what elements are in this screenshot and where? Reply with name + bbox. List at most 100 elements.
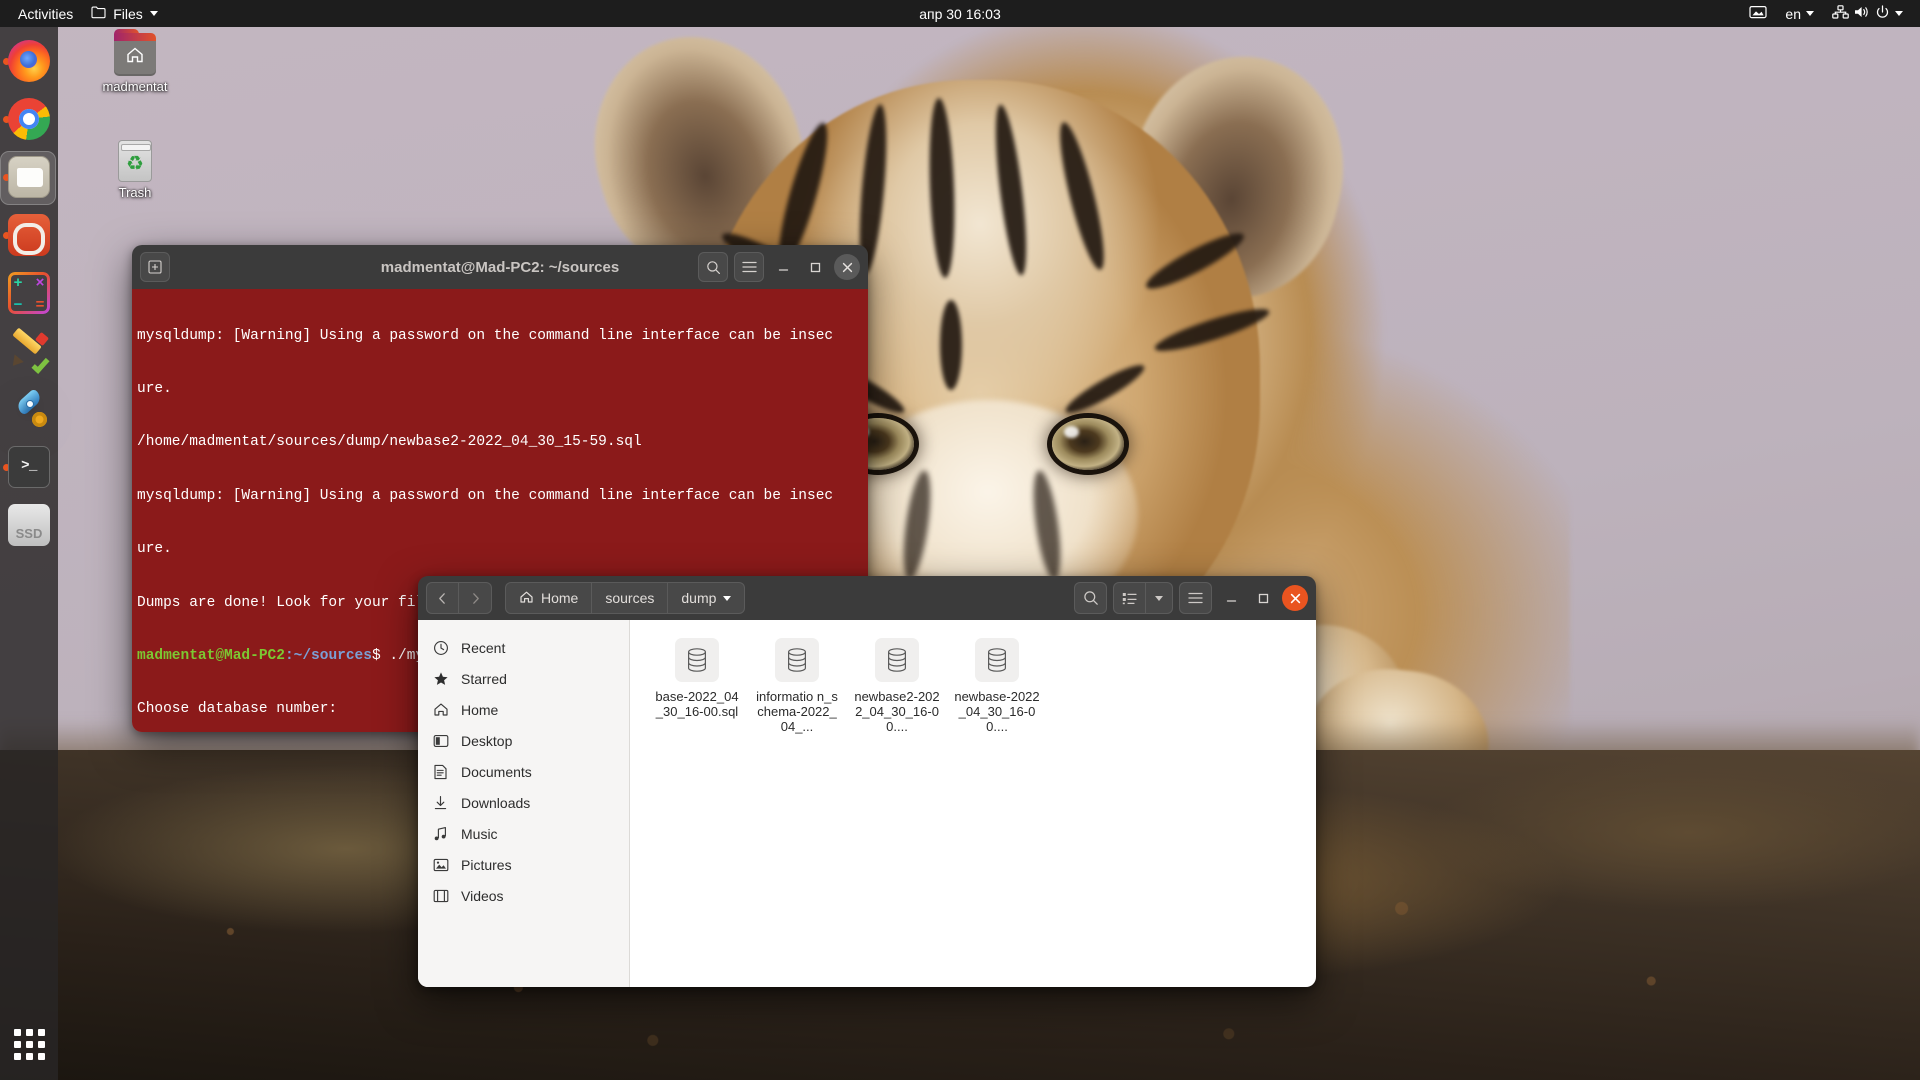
download-icon (432, 794, 449, 811)
dock-item-terminal[interactable]: >_ (2, 439, 56, 495)
desktop-icon-label: madmentat (102, 79, 168, 94)
search-icon[interactable] (1074, 582, 1107, 614)
prompt-user: madmentat@Mad-PC2 (137, 647, 285, 664)
document-icon (432, 763, 449, 780)
desktop-icon-trash[interactable]: ♻ Trash (92, 140, 178, 200)
breadcrumb-label: Home (541, 590, 579, 606)
desktop-icon-label: Trash (118, 185, 152, 200)
terminal-line: ure. (137, 380, 172, 397)
gnome-top-bar: Activities Files апр 30 16:03 en (0, 0, 1920, 27)
close-icon[interactable] (1282, 585, 1308, 611)
files-content-area[interactable]: base-2022_04_30_16-00.sql informatio n_s… (630, 620, 1316, 987)
sidebar-item-label: Starred (461, 670, 507, 687)
video-icon (432, 887, 449, 904)
dock-item-chrome[interactable] (2, 91, 56, 147)
chevron-down-icon (1895, 11, 1903, 16)
sidebar-item-label: Music (461, 825, 498, 842)
breadcrumb-dump[interactable]: dump (668, 582, 746, 614)
maximize-icon[interactable] (1250, 585, 1276, 611)
language-indicator[interactable]: en (1778, 3, 1821, 25)
file-name-label: newbase-2022_04_30_16-00.... (954, 689, 1040, 734)
breadcrumb: Home sources dump (505, 582, 746, 614)
ssd-drive-icon: SSD (8, 504, 50, 546)
sidebar-item-videos[interactable]: Videos (418, 880, 629, 911)
calculator-icon: + × − = (8, 272, 50, 314)
sidebar-item-music[interactable]: Music (418, 818, 629, 849)
terminal-titlebar[interactable]: madmentat@Mad-PC2: ~/sources (132, 245, 868, 289)
firefox-icon (8, 40, 50, 82)
file-name-label: base-2022_04_30_16-00.sql (655, 689, 739, 719)
clock-button[interactable]: апр 30 16:03 (840, 6, 1080, 22)
apps-grid-icon (13, 1028, 45, 1060)
dock-item-calculator[interactable]: + × − = (2, 265, 56, 321)
new-tab-icon[interactable] (140, 252, 170, 282)
activities-button[interactable]: Activities (9, 3, 82, 25)
hamburger-menu-icon[interactable] (734, 252, 764, 282)
system-menu-button[interactable] (1825, 2, 1910, 26)
tiger-eye-right (1052, 418, 1124, 470)
file-name-label: newbase2-2022_04_30_16-00.... (854, 689, 940, 734)
files-titlebar[interactable]: Home sources dump (418, 576, 1316, 620)
activities-label: Activities (18, 5, 74, 22)
chevron-down-icon[interactable] (1146, 582, 1173, 614)
files-header-buttons (1074, 582, 1308, 614)
file-item[interactable]: newbase2-2022_04_30_16-00.... (854, 638, 940, 734)
sidebar-item-recent[interactable]: Recent (418, 632, 629, 663)
navigation-buttons (426, 582, 492, 614)
breadcrumb-home[interactable]: Home (505, 582, 593, 614)
sidebar-item-home[interactable]: Home (418, 694, 629, 725)
file-name-label: informatio n_schema-2022_04_... (756, 689, 838, 734)
dock-item-firefox[interactable] (2, 33, 56, 89)
file-item[interactable]: informatio n_schema-2022_04_... (754, 638, 840, 734)
forward-icon[interactable] (459, 582, 492, 614)
files-sidebar: Recent Starred Home Desktop Documents Do… (418, 620, 630, 987)
file-item[interactable]: newbase-2022_04_30_16-00.... (954, 638, 1040, 734)
dock-item-files[interactable] (0, 149, 56, 205)
sidebar-item-starred[interactable]: Starred (418, 663, 629, 694)
hamburger-menu-icon[interactable] (1179, 582, 1212, 614)
status-area: en (1742, 2, 1910, 26)
app-menu-button[interactable]: Files (82, 3, 167, 25)
database-icon (675, 638, 719, 682)
network-icon (1832, 5, 1849, 22)
dock-item-doublecmd[interactable] (2, 207, 56, 263)
breadcrumb-label: sources (605, 590, 655, 606)
minimize-icon[interactable] (770, 254, 796, 280)
file-item[interactable]: base-2022_04_30_16-00.sql (654, 638, 740, 734)
database-icon (975, 638, 1019, 682)
prompt-path: :~/sources (284, 647, 372, 664)
search-icon[interactable] (698, 252, 728, 282)
sidebar-item-label: Pictures (461, 856, 512, 873)
list-view-icon[interactable] (1113, 582, 1146, 614)
sidebar-item-label: Recent (461, 639, 506, 656)
sidebar-item-pictures[interactable]: Pictures (418, 849, 629, 880)
software-rocket-icon (8, 388, 50, 430)
back-icon[interactable] (426, 582, 459, 614)
chevron-down-icon (149, 11, 158, 16)
chevron-down-icon (1806, 11, 1814, 16)
maximize-icon[interactable] (802, 254, 828, 280)
chevron-down-icon (723, 595, 732, 601)
show-applications-button[interactable] (0, 1016, 58, 1072)
dock-item-ssd[interactable]: SSD (2, 497, 56, 553)
prompt-symbol: $ (371, 647, 381, 664)
minimize-icon[interactable] (1218, 585, 1244, 611)
double-commander-icon (8, 214, 50, 256)
dock-item-software[interactable] (2, 381, 56, 437)
trash-icon: ♻ (118, 140, 152, 182)
sidebar-item-documents[interactable]: Documents (418, 756, 629, 787)
close-icon[interactable] (834, 254, 860, 280)
terminal-line: mysqldump: [Warning] Using a password on… (137, 487, 834, 504)
app-menu-label: Files (113, 5, 143, 22)
sidebar-item-desktop[interactable]: Desktop (418, 725, 629, 756)
database-icon (775, 638, 819, 682)
dock-item-texteditor[interactable] (2, 323, 56, 379)
image-icon (432, 856, 449, 873)
display-icon (1749, 5, 1768, 22)
desktop-icon-home[interactable]: madmentat (92, 29, 178, 94)
breadcrumb-sources[interactable]: sources (592, 582, 669, 614)
volume-icon (1854, 5, 1870, 22)
sidebar-item-downloads[interactable]: Downloads (418, 787, 629, 818)
language-label: en (1785, 5, 1801, 22)
display-indicator[interactable] (1742, 2, 1774, 25)
